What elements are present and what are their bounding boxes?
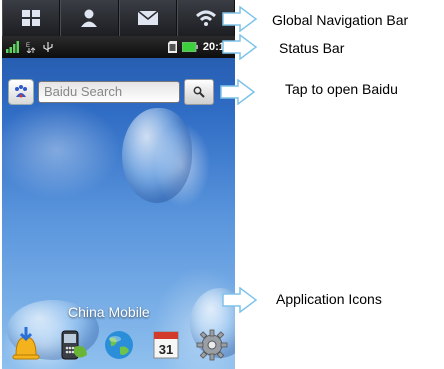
water-drop-decoration (122, 108, 192, 203)
contact-person-icon (81, 9, 98, 27)
globe-browser-icon[interactable] (101, 327, 137, 363)
label-global-navigation-bar: Global Navigation Bar (272, 12, 409, 28)
global-navigation-bar (2, 0, 235, 36)
arrow-global-nav (222, 6, 258, 32)
data-transfer-icon: E (26, 43, 36, 53)
calendar-icon[interactable]: 31 (148, 327, 184, 363)
application-dock: 31 (8, 325, 230, 365)
grid-icon (22, 10, 41, 26)
carrier-name: China Mobile (68, 304, 150, 320)
phone-dialer-icon[interactable] (55, 327, 91, 363)
settings-gear-icon[interactable] (194, 327, 230, 363)
battery-icon (181, 42, 198, 52)
arrow-baidu (220, 79, 256, 105)
label-status-bar: Status Bar (279, 40, 345, 56)
envelope-icon (137, 10, 159, 25)
baidu-search-input[interactable]: Baidu Search (38, 81, 180, 103)
baidu-paw-logo-icon[interactable] (8, 79, 34, 105)
label-application-icons: Application Icons (276, 291, 382, 307)
status-bar: E 20:18 (2, 36, 235, 58)
notification-bell-icon[interactable] (8, 327, 44, 363)
nav-messages-button[interactable] (118, 0, 177, 36)
search-button[interactable] (184, 79, 214, 105)
svg-text:31: 31 (158, 342, 172, 357)
signal-strength-icon (6, 41, 19, 53)
baidu-search-widget[interactable]: Baidu Search (8, 78, 220, 106)
magnifier-icon (193, 86, 205, 98)
phone-screen: E 20:18 Baidu Search China Mobile 31 (2, 0, 235, 369)
nav-contacts-button[interactable] (60, 0, 119, 36)
arrow-application-icons (222, 287, 258, 313)
label-tap-to-open-baidu: Tap to open Baidu (285, 81, 398, 97)
arrow-status-bar (222, 34, 258, 60)
nav-apps-button[interactable] (2, 0, 61, 36)
wifi-icon (195, 10, 216, 26)
usb-icon (43, 42, 53, 52)
sd-card-icon (167, 41, 177, 53)
